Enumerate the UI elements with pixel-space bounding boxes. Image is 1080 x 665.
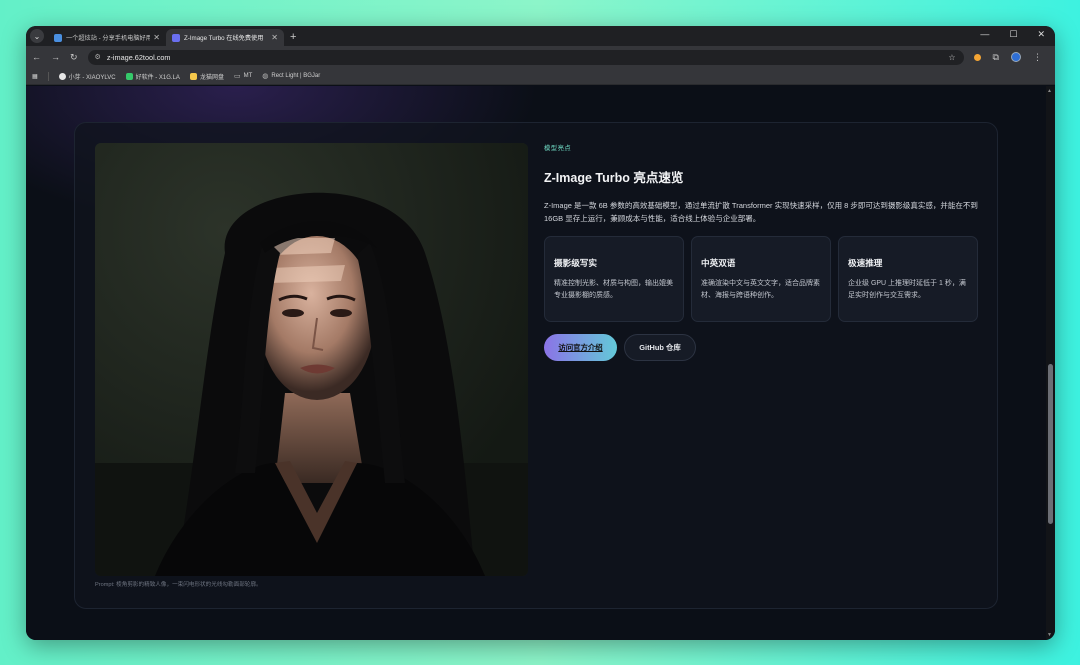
tab-1[interactable]: 一个超炫站 - 分享手机电脑好用的 ✕ — [48, 29, 166, 46]
browser-toolbar: ← → ↻ ⚙ z-image.62tool.com ☆ ⧉ ⋮ — [26, 46, 1055, 68]
maximize-icon[interactable]: ☐ — [1009, 29, 1017, 40]
reload-icon[interactable]: ↻ — [70, 52, 78, 63]
extensions-puzzle-icon[interactable]: ⧉ — [993, 52, 999, 63]
bookmark-4-label: MT — [243, 73, 253, 79]
tab-search-icon[interactable]: ⌄ — [30, 29, 44, 43]
tab-2[interactable]: Z-Image Turbo 在线免费使用 ✕ — [166, 29, 284, 46]
feature-desc: 精准控制光影、材质与构图，输出媲美专业摄影棚的质感。 — [554, 280, 673, 299]
tab-1-title: 一个超炫站 - 分享手机电脑好用的 — [66, 35, 151, 42]
apps-grid-icon[interactable]: ▦ — [32, 73, 38, 80]
minimize-icon[interactable]: — — [980, 29, 989, 40]
action-buttons: 访问官方介绍 GitHub 仓库 — [544, 334, 978, 361]
scroll-down-icon[interactable]: ▼ — [1047, 632, 1052, 638]
bookmark-2-label: 好软件 - X1G.LA — [135, 74, 180, 81]
bookmarks-divider — [47, 71, 49, 81]
page-viewport: Prompt: 棱角剪影的精致人像，一束闪电形状的光线勾勒面部轮廓。 模型亮点 … — [26, 86, 1046, 640]
extension-orange-icon[interactable] — [973, 53, 981, 61]
page-scrollbar[interactable]: ▲ ▼ — [1046, 86, 1055, 640]
highlights-content: 模型亮点 Z-Image Turbo 亮点速览 Z-Image 是一款 6B 参… — [544, 143, 978, 361]
scroll-up-icon[interactable]: ▲ — [1047, 88, 1052, 94]
tab-2-favicon-icon — [172, 33, 180, 42]
bookmark-3[interactable]: 龙猫网盘 — [189, 72, 224, 81]
tab-2-close-icon[interactable]: ✕ — [271, 33, 278, 42]
close-window-icon[interactable]: ✕ — [1037, 29, 1045, 40]
menu-kebab-icon[interactable]: ⋮ — [1033, 52, 1042, 63]
photo-caption: Prompt: 棱角剪影的精致人像，一束闪电形状的光线勾勒面部轮廓。 — [95, 582, 262, 588]
tab-1-close-icon[interactable]: ✕ — [153, 33, 160, 42]
highlights-card: Prompt: 棱角剪影的精致人像，一束闪电形状的光线勾勒面部轮廓。 模型亮点 … — [74, 122, 998, 609]
profile-avatar[interactable] — [1010, 52, 1021, 62]
bookmark-5-label: Rect Light | BGJar — [271, 73, 321, 79]
new-tab-icon[interactable]: + — [290, 31, 296, 43]
url-text: z-image.62tool.com — [106, 52, 171, 62]
official-intro-button[interactable]: 访问官方介绍 — [544, 334, 617, 361]
feature-desc: 企业级 GPU 上推理时延低于 1 秒，满足实时创作与交互需求。 — [848, 280, 966, 299]
section-description: Z-Image 是一款 6B 参数的高效基础模型，通过单流扩散 Transfor… — [544, 201, 978, 223]
bookmark-folder-mt[interactable]: ▭ MT — [234, 72, 252, 80]
site-info-icon[interactable]: ⚙ — [95, 53, 101, 61]
feature-desc: 准确渲染中文与英文文字，适合品牌素材、海报与跨语种创作。 — [701, 280, 820, 299]
bookmark-1[interactable]: 小芽 - XIAOYLVC — [58, 72, 116, 81]
feature-card-photorealism: 摄影级写实 精准控制光影、材质与构图，输出媲美专业摄影棚的质感。 — [544, 236, 684, 322]
feature-title: 中英双语 — [701, 258, 736, 268]
portrait-illustration — [95, 143, 528, 576]
sample-portrait-image — [95, 143, 528, 576]
feature-title: 摄影级写实 — [554, 258, 597, 268]
bookmark-2[interactable]: 好软件 - X1G.LA — [125, 72, 180, 81]
bookmark-1-label: 小芽 - XIAOYLVC — [68, 74, 116, 81]
bookmark-3-label: 龙猫网盘 — [199, 74, 224, 81]
bookmark-2-icon — [125, 72, 133, 80]
forward-icon[interactable]: → — [51, 52, 60, 62]
folder-icon: ▭ — [233, 73, 241, 80]
feature-list: 摄影级写实 精准控制光影、材质与构图，输出媲美专业摄影棚的质感。 中英双语 准确… — [544, 236, 978, 322]
bookmark-star-icon[interactable]: ☆ — [948, 53, 955, 62]
bookmark-5[interactable]: ◍ Rect Light | BGJar — [262, 72, 320, 80]
feature-title: 极速推理 — [848, 258, 883, 268]
bookmark-3-icon — [189, 72, 197, 80]
feature-card-bilingual: 中英双语 准确渲染中文与英文文字，适合品牌素材、海报与跨语种创作。 — [691, 236, 831, 322]
feature-card-fast-inference: 极速推理 企业级 GPU 上推理时延低于 1 秒，满足实时创作与交互需求。 — [838, 236, 978, 322]
back-icon[interactable]: ← — [32, 52, 41, 62]
tab-1-favicon-icon — [54, 33, 62, 42]
bookmarks-bar: ▦ 小芽 - XIAOYLVC 好软件 - X1G.LA 龙猫网盘 ▭ MT ◍… — [26, 68, 1055, 85]
scroll-thumb[interactable] — [1048, 364, 1053, 524]
globe-icon: ◍ — [262, 73, 269, 80]
window-controls: — ☐ ✕ — [980, 29, 1045, 40]
address-bar[interactable]: ⚙ z-image.62tool.com ☆ — [87, 49, 964, 65]
tab-strip: ⌄ 一个超炫站 - 分享手机电脑好用的 ✕ Z-Image Turbo 在线免费… — [26, 26, 1055, 46]
browser-window: ⌄ 一个超炫站 - 分享手机电脑好用的 ✕ Z-Image Turbo 在线免费… — [26, 26, 1055, 640]
section-eyebrow: 模型亮点 — [544, 145, 572, 152]
tab-2-title: Z-Image Turbo 在线免费使用 — [184, 35, 264, 42]
bookmark-1-icon — [58, 72, 66, 80]
section-title: Z-Image Turbo 亮点速览 — [544, 171, 684, 185]
github-repo-button[interactable]: GitHub 仓库 — [624, 334, 696, 361]
